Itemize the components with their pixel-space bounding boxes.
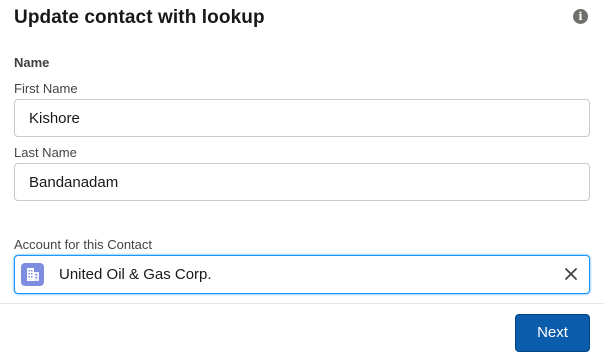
account-icon [21, 263, 44, 286]
account-lookup-label: Account for this Contact [14, 237, 153, 252]
first-name-field[interactable] [14, 99, 590, 137]
name-section-label: Name [14, 55, 50, 70]
page-title: Update contact with lookup [14, 7, 265, 28]
close-icon[interactable] [563, 266, 579, 282]
last-name-field[interactable] [14, 163, 590, 201]
account-lookup-value: United Oil & Gas Corp. [59, 266, 212, 283]
first-name-label: First Name [14, 81, 78, 96]
next-button[interactable]: Next [515, 314, 590, 352]
footer-divider [0, 303, 604, 304]
last-name-label: Last Name [14, 145, 77, 160]
info-icon[interactable]: i [573, 9, 588, 24]
account-lookup-field[interactable]: United Oil & Gas Corp. [14, 255, 590, 294]
flow-screen: Update contact with lookup i Name First … [0, 0, 604, 360]
